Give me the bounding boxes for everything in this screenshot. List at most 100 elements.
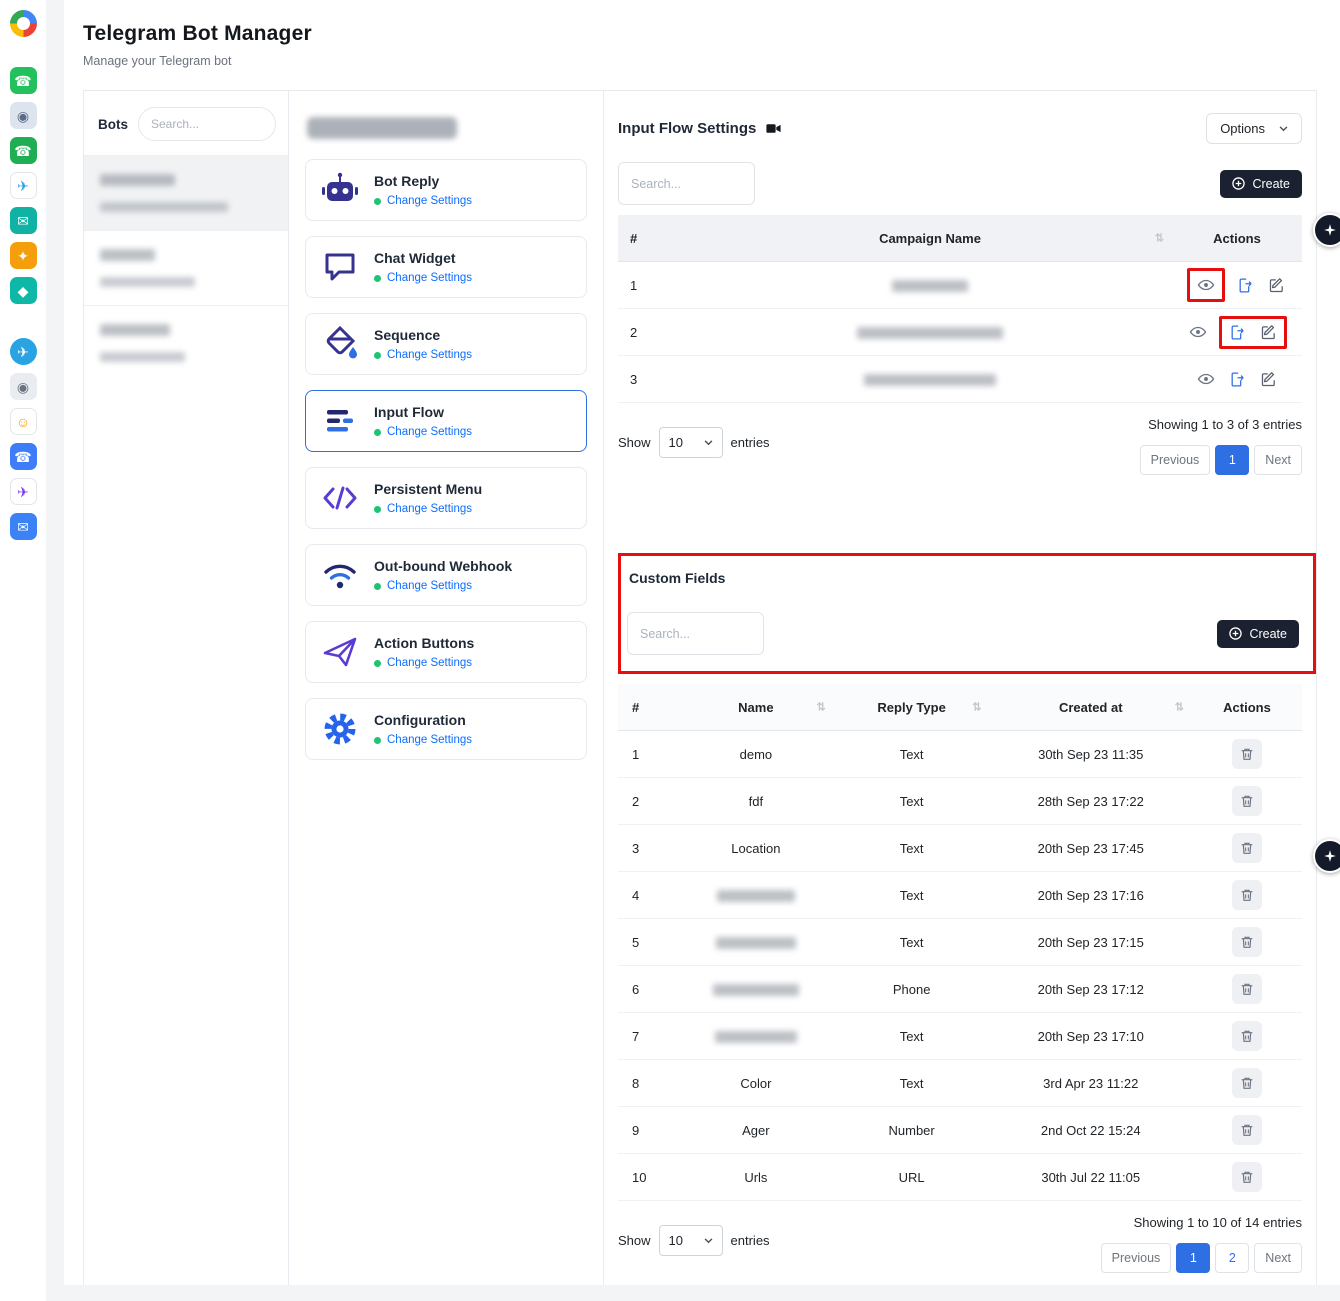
input-flow-page-1-button[interactable]: 1: [1215, 445, 1249, 475]
feature-card-chat-widget[interactable]: Chat Widget Change Settings: [305, 236, 587, 298]
rail-icon-whatsapp[interactable]: ☎: [10, 67, 37, 94]
custom-fields-search-input[interactable]: [627, 612, 764, 655]
panels-container: Bots Bot ReplyChange Settings Chat Widget…: [83, 90, 1317, 1285]
sort-icon[interactable]: ⇅: [972, 701, 981, 714]
main-content: Telegram Bot Manager Manage your Telegra…: [64, 0, 1340, 1285]
change-settings-link[interactable]: Change Settings: [374, 349, 472, 361]
change-settings-link[interactable]: Change Settings: [374, 272, 472, 284]
feature-title: Chat Widget: [374, 250, 472, 266]
delete-button[interactable]: [1232, 1162, 1262, 1192]
delete-button[interactable]: [1232, 786, 1262, 816]
blurred-text: [713, 984, 799, 996]
custom-fields-page-1-button[interactable]: 1: [1176, 1243, 1210, 1273]
rail-icon-telegram[interactable]: ✈: [10, 338, 37, 365]
delete-button[interactable]: [1232, 1021, 1262, 1051]
feature-card-configuration[interactable]: Configuration Change Settings: [305, 698, 587, 760]
delete-button[interactable]: [1232, 833, 1262, 863]
trash-icon: [1239, 1169, 1255, 1185]
rail-icon-chat-bot[interactable]: ✉: [10, 207, 37, 234]
per-page-select[interactable]: 10: [659, 427, 723, 458]
delete-button[interactable]: [1232, 1115, 1262, 1145]
feature-card-persistent-menu[interactable]: Persistent MenuChange Settings: [305, 467, 587, 529]
bot-list-item[interactable]: [84, 230, 288, 305]
bot-list-item[interactable]: [84, 305, 288, 380]
change-settings-link[interactable]: Change Settings: [374, 734, 472, 746]
change-settings-link[interactable]: Change Settings: [374, 426, 472, 438]
input-flow-create-button[interactable]: Create: [1220, 170, 1302, 198]
feature-card-sequence[interactable]: SequenceChange Settings: [305, 313, 587, 375]
rail-icon-bot-gray[interactable]: ◉: [10, 373, 37, 400]
feature-title: Input Flow: [374, 404, 472, 420]
reply-type-cell: Text: [834, 747, 990, 762]
feature-card-action-buttons[interactable]: Action ButtonsChange Settings: [305, 621, 587, 683]
sort-icon[interactable]: ⇅: [817, 701, 826, 714]
edit-button[interactable]: [1258, 369, 1279, 390]
rail-icon-whatsapp-business[interactable]: ☎: [10, 137, 37, 164]
rail-icon-viber[interactable]: ☎: [10, 443, 37, 470]
feature-card-bot-reply[interactable]: Bot ReplyChange Settings: [305, 159, 587, 221]
created-at-cell: 20th Sep 23 17:15: [990, 935, 1192, 950]
delete-button[interactable]: [1232, 880, 1262, 910]
custom-fields-next-button[interactable]: Next: [1254, 1243, 1302, 1273]
row-number: 5: [618, 935, 678, 950]
sort-icon[interactable]: ⇅: [1155, 232, 1164, 245]
change-settings-label: Change Settings: [387, 503, 472, 515]
delete-button[interactable]: [1232, 974, 1262, 1004]
custom-fields-title: Custom Fields: [627, 566, 1301, 586]
rail-icon-logo[interactable]: [10, 10, 37, 37]
rail-icon-contacts[interactable]: ☺: [10, 408, 37, 435]
custom-field-row: 4Text20th Sep 23 17:16: [618, 872, 1302, 919]
custom-fields-previous-button[interactable]: Previous: [1101, 1243, 1172, 1273]
input-flow-previous-button[interactable]: Previous: [1140, 445, 1211, 475]
bot-list-item[interactable]: [84, 155, 288, 230]
blurred-text: [100, 249, 155, 261]
custom-field-row: 8ColorText3rd Apr 23 11:22: [618, 1060, 1302, 1107]
change-settings-link[interactable]: Change Settings: [374, 195, 472, 207]
view-button[interactable]: [1187, 321, 1209, 343]
view-button[interactable]: [1195, 368, 1217, 390]
change-settings-link[interactable]: Change Settings: [374, 503, 482, 515]
reply-type-cell: Text: [834, 1029, 990, 1044]
change-settings-link[interactable]: Change Settings: [374, 580, 512, 592]
export-button[interactable]: [1227, 322, 1248, 343]
assistant-floating-button[interactable]: [1313, 839, 1340, 873]
edit-button[interactable]: [1266, 275, 1287, 296]
custom-fields-page-2-button[interactable]: 2: [1215, 1243, 1249, 1273]
rail-icon-chat-blue[interactable]: ✉: [10, 513, 37, 540]
rail-icon-telegram-color[interactable]: ✈: [10, 172, 37, 199]
per-page-select[interactable]: 10: [659, 1225, 723, 1256]
feature-card-input-flow[interactable]: Input Flow Change Settings: [305, 390, 587, 452]
sparkle-icon: [1323, 223, 1337, 237]
rail-icon-telegram-alt[interactable]: ✈: [10, 478, 37, 505]
feature-title: Configuration: [374, 712, 472, 728]
rail-icon-integrations[interactable]: ✦: [10, 242, 37, 269]
delete-button[interactable]: [1232, 927, 1262, 957]
export-button[interactable]: [1235, 275, 1256, 296]
delete-button[interactable]: [1232, 739, 1262, 769]
edit-button[interactable]: [1258, 322, 1279, 343]
contacts-icon: ☺: [16, 415, 30, 429]
input-flow-next-button[interactable]: Next: [1254, 445, 1302, 475]
sort-icon[interactable]: ⇅: [1175, 701, 1184, 714]
rail-icon-shop[interactable]: ◆: [10, 277, 37, 304]
custom-fields-create-button[interactable]: Create: [1217, 620, 1299, 648]
delete-button[interactable]: [1232, 1068, 1262, 1098]
input-flow-settings-title: Input Flow Settings: [618, 120, 756, 137]
rail-icon-bot[interactable]: ◉: [10, 102, 37, 129]
blurred-text: [100, 174, 175, 186]
created-at-cell: 20th Sep 23 17:10: [990, 1029, 1192, 1044]
telegram-icon: ✈: [17, 345, 29, 359]
row-number: 6: [618, 982, 678, 997]
blurred-text: [307, 117, 457, 139]
input-flow-pagination: Previous1Next: [1140, 445, 1302, 475]
blurred-text: [100, 202, 228, 212]
options-button[interactable]: Options: [1206, 113, 1302, 144]
assistant-floating-button[interactable]: [1313, 213, 1340, 247]
bots-panel: Bots: [84, 91, 289, 1285]
feature-card-webhook[interactable]: Out-bound WebhookChange Settings: [305, 544, 587, 606]
change-settings-link[interactable]: Change Settings: [374, 657, 474, 669]
bots-search-input[interactable]: [138, 107, 276, 141]
input-flow-search-input[interactable]: [618, 162, 755, 205]
export-button[interactable]: [1227, 369, 1248, 390]
view-button[interactable]: [1195, 274, 1217, 296]
